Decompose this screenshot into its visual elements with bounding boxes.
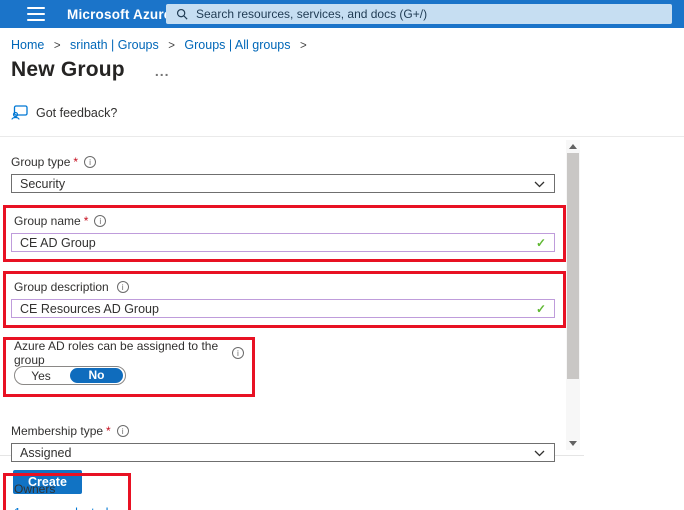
- membership-type-select[interactable]: Assigned: [11, 443, 555, 462]
- toggle-option-yes[interactable]: Yes: [15, 369, 67, 383]
- vertical-scrollbar[interactable]: [566, 140, 580, 450]
- title-row: New Group ...: [0, 52, 684, 82]
- info-icon[interactable]: i: [117, 425, 129, 437]
- command-toolbar: Got feedback?: [0, 105, 684, 137]
- scrollbar-up-arrow[interactable]: [569, 144, 577, 149]
- membership-type-value: Assigned: [20, 446, 71, 460]
- group-name-input[interactable]: CE AD Group ✓: [11, 233, 555, 252]
- owners-selected-link[interactable]: 1 owner selected: [14, 506, 120, 510]
- required-marker: *: [106, 424, 111, 438]
- scrollbar-thumb[interactable]: [567, 153, 579, 379]
- info-icon[interactable]: i: [232, 347, 244, 359]
- top-bar: Microsoft Azure Search resources, servic…: [0, 0, 684, 28]
- valid-checkmark-icon: ✓: [536, 302, 546, 316]
- breadcrumb: Home > srinath | Groups > Groups | All g…: [0, 28, 684, 52]
- search-placeholder-text: Search resources, services, and docs (G+…: [196, 7, 427, 21]
- annotation-box-owners: Owners 1 owner selected: [3, 473, 131, 510]
- scrollbar-track[interactable]: [567, 153, 579, 437]
- form-scroll-region: Group type * i Security Group name * i: [0, 137, 584, 455]
- breadcrumb-home[interactable]: Home: [11, 38, 44, 52]
- global-search-input[interactable]: Search resources, services, and docs (G+…: [166, 4, 672, 24]
- required-marker: *: [73, 155, 78, 169]
- group-type-select[interactable]: Security: [11, 174, 555, 193]
- hamburger-menu-button[interactable]: [27, 7, 45, 21]
- chevron-down-icon: [534, 450, 545, 457]
- group-type-label: Group type: [11, 155, 70, 169]
- group-name-label: Group name: [14, 214, 81, 228]
- breadcrumb-groups-all-groups[interactable]: Groups | All groups: [184, 38, 290, 52]
- toggle-option-no-selected[interactable]: No: [70, 368, 123, 383]
- valid-checkmark-icon: ✓: [536, 236, 546, 250]
- info-icon[interactable]: i: [117, 281, 129, 293]
- azure-portal-window: Microsoft Azure Search resources, servic…: [0, 0, 684, 494]
- field-membership-type: Membership type * i Assigned: [11, 423, 584, 462]
- roles-assignable-toggle[interactable]: Yes No: [14, 366, 126, 385]
- feedback-link[interactable]: Got feedback?: [11, 105, 117, 120]
- group-description-label: Group description: [14, 280, 109, 294]
- more-options-button[interactable]: ...: [155, 66, 170, 74]
- roles-assignable-label: Azure AD roles can be assigned to the gr…: [14, 339, 226, 367]
- breadcrumb-separator: >: [300, 40, 307, 52]
- group-name-value: CE AD Group: [20, 236, 96, 250]
- annotation-box-group-name: Group name * i CE AD Group ✓: [3, 205, 566, 262]
- info-icon[interactable]: i: [84, 156, 96, 168]
- field-group-type: Group type * i Security: [11, 154, 584, 193]
- form-content: Group type * i Security Group name * i: [0, 137, 584, 510]
- search-icon: [176, 8, 188, 20]
- breadcrumb-separator: >: [168, 40, 175, 52]
- group-description-value: CE Resources AD Group: [20, 302, 159, 316]
- info-icon[interactable]: i: [94, 215, 106, 227]
- membership-type-label: Membership type: [11, 424, 103, 438]
- breadcrumb-srinath-groups[interactable]: srinath | Groups: [70, 38, 159, 52]
- feedback-label: Got feedback?: [36, 106, 117, 120]
- breadcrumb-separator: >: [54, 40, 61, 52]
- group-type-value: Security: [20, 177, 65, 191]
- page-title: New Group: [11, 58, 125, 82]
- scrollbar-down-arrow[interactable]: [569, 441, 577, 446]
- feedback-icon: [11, 105, 28, 120]
- brand-title[interactable]: Microsoft Azure: [67, 7, 172, 22]
- owners-label: Owners: [14, 482, 55, 496]
- annotation-box-roles-assignable: Azure AD roles can be assigned to the gr…: [3, 337, 255, 397]
- chevron-down-icon: [534, 181, 545, 188]
- annotation-box-group-description: Group description i CE Resources AD Grou…: [3, 271, 566, 328]
- required-marker: *: [84, 214, 89, 228]
- group-description-input[interactable]: CE Resources AD Group ✓: [11, 299, 555, 318]
